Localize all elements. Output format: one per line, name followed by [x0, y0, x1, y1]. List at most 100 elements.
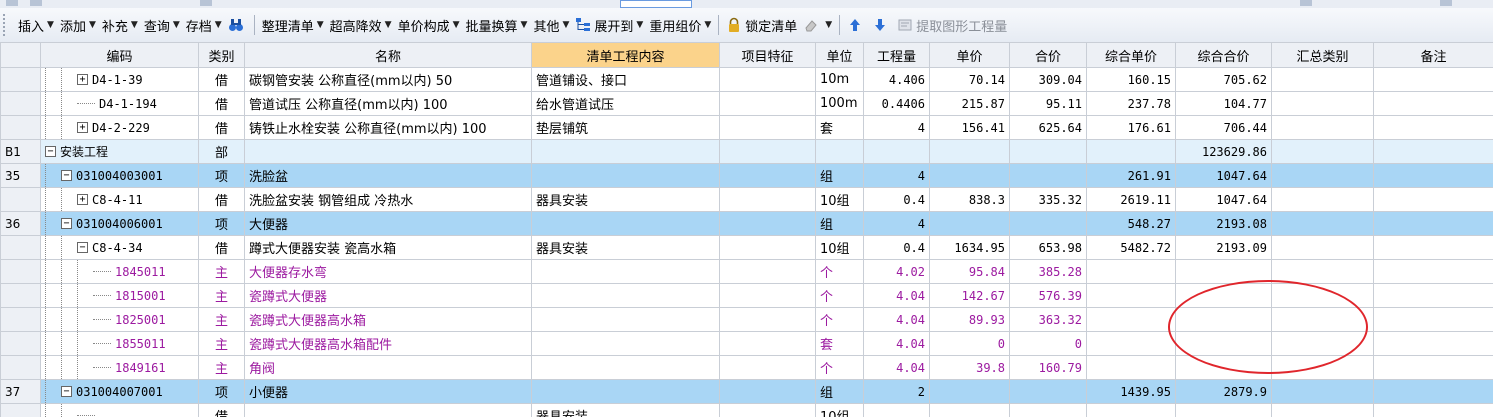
add-menu[interactable]: 添加 ▼	[57, 13, 99, 37]
cell-sum[interactable]	[1271, 283, 1374, 308]
cell-content[interactable]: 器具安装	[531, 403, 720, 417]
cell-name[interactable]: 蹲式大便器安装 瓷高水箱	[244, 235, 532, 260]
cell-sum[interactable]	[1271, 115, 1374, 140]
cell-sum[interactable]	[1271, 91, 1374, 116]
cell-qty[interactable]: 4.02	[863, 259, 930, 284]
cell-name[interactable]: 大便器存水弯	[244, 259, 532, 284]
cell-code[interactable]: 1815001	[40, 283, 199, 308]
col-header-price[interactable]: 单价	[929, 42, 1010, 68]
cell-total[interactable]	[1009, 403, 1087, 417]
cell-ctotal[interactable]: 2879.9	[1175, 379, 1272, 404]
cell-price[interactable]: 142.67	[929, 283, 1010, 308]
cell-name[interactable]: 洗脸盆	[244, 163, 532, 188]
cell-code[interactable]	[40, 403, 199, 417]
cell-unit[interactable]: 10组	[815, 235, 864, 260]
cell-note[interactable]	[1373, 259, 1493, 284]
archive-menu[interactable]: 存档 ▼	[183, 13, 225, 37]
cell-code[interactable]: 1849161	[40, 355, 199, 380]
cell-qty[interactable]: 0.4	[863, 187, 930, 212]
cell-price[interactable]: 0	[929, 331, 1010, 356]
cell-cprice[interactable]	[1086, 331, 1176, 356]
cell-price[interactable]: 838.3	[929, 187, 1010, 212]
cell-code[interactable]: D4-1-194	[40, 91, 199, 116]
cell-name[interactable]: 大便器	[244, 211, 532, 236]
cell-category[interactable]: 借	[198, 115, 245, 140]
cell-price[interactable]	[929, 403, 1010, 417]
cell-feature[interactable]	[719, 163, 816, 188]
cell-content[interactable]: 管道铺设、接口	[531, 67, 720, 92]
cell-feature[interactable]	[719, 379, 816, 404]
cell-qty[interactable]	[863, 139, 930, 164]
cell-ctotal[interactable]: 1047.64	[1175, 163, 1272, 188]
cell-price[interactable]: 215.87	[929, 91, 1010, 116]
expand-to-menu[interactable]: 展开到 ▼	[572, 13, 646, 37]
expand-plus-icon[interactable]: +	[77, 74, 88, 85]
cell-note[interactable]	[1373, 187, 1493, 212]
cell-category[interactable]: 主	[198, 331, 245, 356]
cell-unit[interactable]: 100m	[815, 91, 864, 116]
table-row[interactable]: + D4-1-39 借碳钢管安装 公称直径(mm以内) 50 管道铺设、接口 10m 4.…	[0, 67, 1493, 92]
cell-total[interactable]: 363.32	[1009, 307, 1087, 332]
cell-price[interactable]: 70.14	[929, 67, 1010, 92]
collapse-minus-icon[interactable]: −	[61, 170, 72, 181]
cell-total[interactable]: 309.04	[1009, 67, 1087, 92]
cell-name[interactable]: 小便器	[244, 379, 532, 404]
cell-code[interactable]: + D4-2-229	[40, 115, 199, 140]
cell-feature[interactable]	[719, 259, 816, 284]
cell-content[interactable]	[531, 307, 720, 332]
cell-total[interactable]: 95.11	[1009, 91, 1087, 116]
collapse-minus-icon[interactable]: −	[61, 218, 72, 229]
cell-content[interactable]: 器具安装	[531, 187, 720, 212]
cell-note[interactable]	[1373, 139, 1493, 164]
cell-note[interactable]	[1373, 307, 1493, 332]
table-row[interactable]: 1825001 主瓷蹲式大便器高水箱 个 4.04 89.93 363.32	[0, 307, 1493, 332]
cell-code[interactable]: 1855011	[40, 331, 199, 356]
cell-sum[interactable]	[1271, 139, 1374, 164]
other-menu[interactable]: 其他 ▼	[530, 13, 572, 37]
cell-total[interactable]: 385.28	[1009, 259, 1087, 284]
cell-unit[interactable]: 10组	[815, 187, 864, 212]
supplement-menu[interactable]: 补充 ▼	[99, 13, 141, 37]
cell-category[interactable]: 主	[198, 307, 245, 332]
cell-feature[interactable]	[719, 91, 816, 116]
cell-ctotal[interactable]	[1175, 331, 1272, 356]
cell-content[interactable]	[531, 163, 720, 188]
cell-cprice[interactable]	[1086, 355, 1176, 380]
cell-content[interactable]	[531, 211, 720, 236]
cell-total[interactable]	[1009, 163, 1087, 188]
cell-name[interactable]: 碳钢管安装 公称直径(mm以内) 50	[244, 67, 532, 92]
cell-note[interactable]	[1373, 235, 1493, 260]
cell-category[interactable]: 借	[198, 91, 245, 116]
cell-content[interactable]: 给水管道试压	[531, 91, 720, 116]
cell-cprice[interactable]: 160.15	[1086, 67, 1176, 92]
cell-price[interactable]	[929, 379, 1010, 404]
expand-plus-icon[interactable]: +	[77, 122, 88, 133]
cell-feature[interactable]	[719, 67, 816, 92]
cell-qty[interactable]: 4.04	[863, 307, 930, 332]
col-header-note[interactable]: 备注	[1373, 42, 1493, 68]
cell-code[interactable]: −031004006001	[40, 211, 199, 236]
height-reduce-menu[interactable]: 超高降效 ▼	[327, 13, 395, 37]
collapse-minus-icon[interactable]: −	[61, 386, 72, 397]
cell-note[interactable]	[1373, 355, 1493, 380]
cell-note[interactable]	[1373, 91, 1493, 116]
cell-ctotal[interactable]	[1175, 307, 1272, 332]
cell-sum[interactable]	[1271, 403, 1374, 417]
cell-total[interactable]: 160.79	[1009, 355, 1087, 380]
cell-note[interactable]	[1373, 115, 1493, 140]
cell-total[interactable]: 653.98	[1009, 235, 1087, 260]
cell-feature[interactable]	[719, 139, 816, 164]
cell-code[interactable]: 1845011	[40, 259, 199, 284]
table-row[interactable]: 1815001 主瓷蹲式大便器 个 4.04 142.67 576.39	[0, 283, 1493, 308]
cell-qty[interactable]: 4	[863, 115, 930, 140]
cell-qty[interactable]: 4.04	[863, 355, 930, 380]
cell-note[interactable]	[1373, 283, 1493, 308]
cell-name[interactable]: 铸铁止水栓安装 公称直径(mm以内) 100	[244, 115, 532, 140]
cell-name[interactable]	[244, 139, 532, 164]
cell-feature[interactable]	[719, 115, 816, 140]
cell-qty[interactable]: 4.406	[863, 67, 930, 92]
table-row[interactable]: 1845011 主大便器存水弯 个 4.02 95.84 385.28	[0, 259, 1493, 284]
col-header-total[interactable]: 合价	[1009, 42, 1087, 68]
cell-price[interactable]	[929, 139, 1010, 164]
cell-ctotal[interactable]: 104.77	[1175, 91, 1272, 116]
